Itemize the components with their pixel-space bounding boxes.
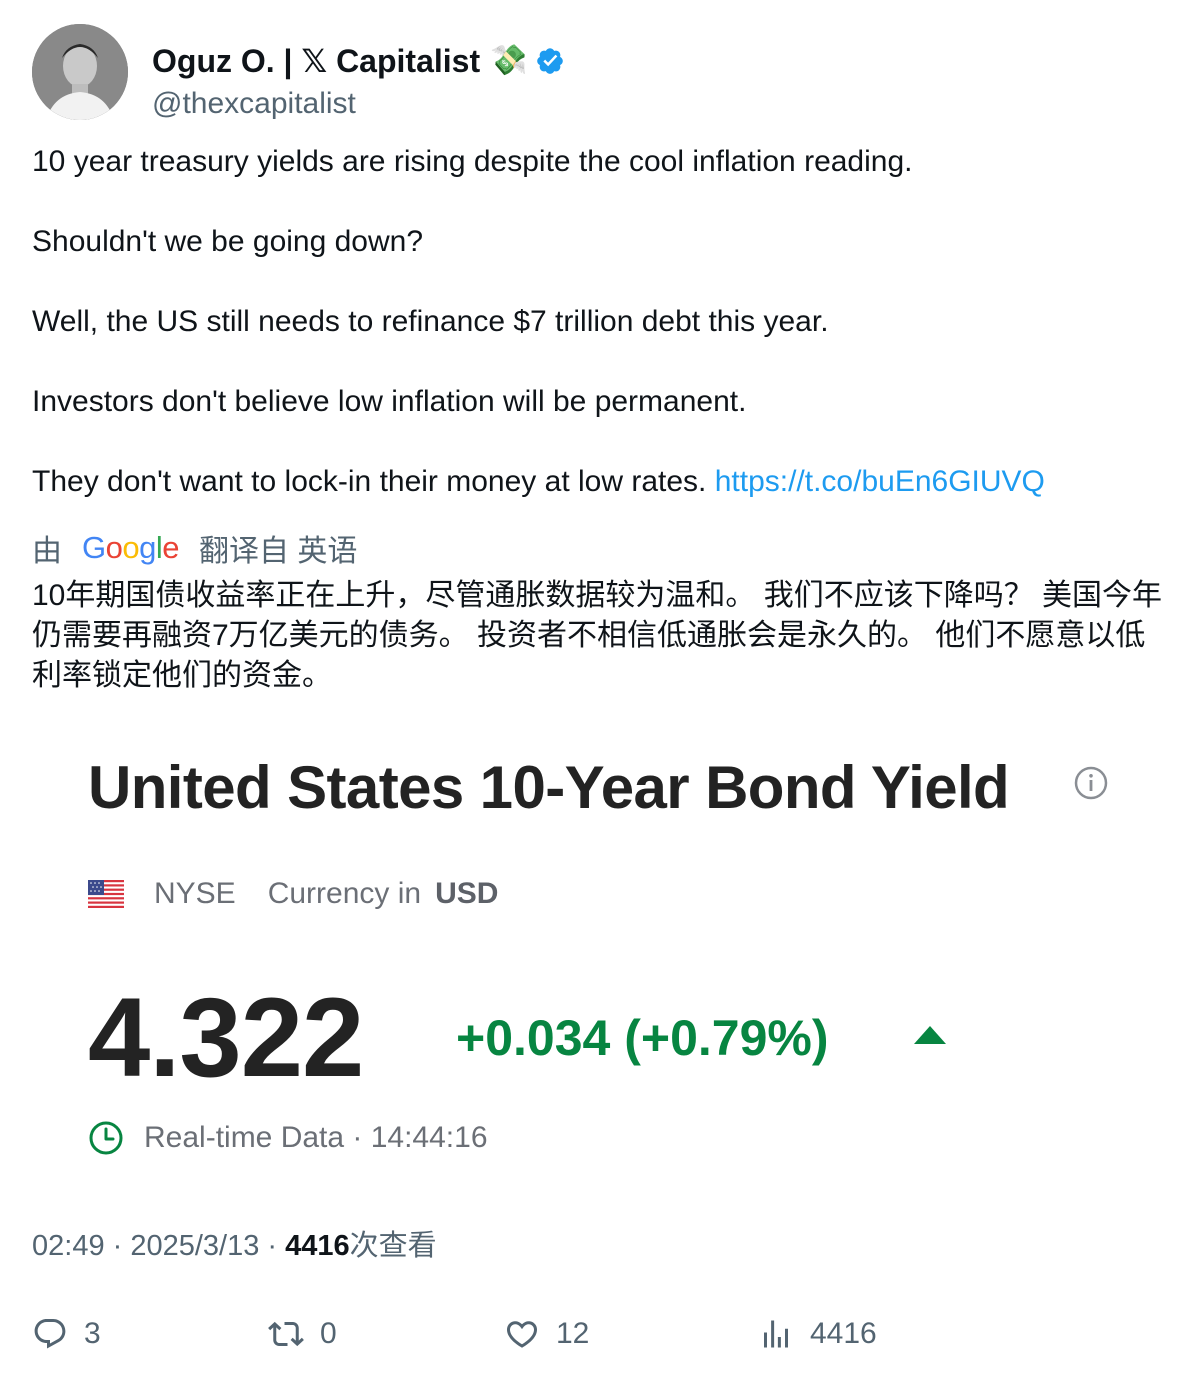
author-display-name[interactable]: Oguz O. | 𝕏 Capitalist [152,42,480,80]
retweet-icon [268,1321,304,1347]
translated-text: 10年期国债收益率正在上升，尽管通胀数据较为温和。 我们不应该下降吗？ 美国今年… [32,579,1163,692]
tweet-paragraph: Shouldn't we be going down? [32,225,424,258]
reply-button[interactable]: 3 [32,1310,101,1358]
verified-badge-icon [537,48,564,74]
like-count: 12 [556,1317,590,1350]
translation-prefix: 由 [32,535,62,568]
market-meta-row: NYSE Currency in USD [88,874,498,914]
analytics-icon [764,1320,788,1348]
tweet-last-sentence: They don't want to lock-in their money a… [32,465,707,498]
author-handle[interactable]: @thexcapitalist [152,86,356,122]
currency-value: USD [435,877,499,910]
avatar-photo [32,24,128,120]
time-date[interactable]: 02:49 · 2025/3/13 · [32,1230,285,1262]
translation-attribution[interactable]: 由 Google 翻译自 英语 [32,526,357,570]
views-count-action: 4416 [810,1317,877,1350]
card-title: United States 10-Year Bond Yield [88,754,1010,821]
tweet-link[interactable]: https://t.co/buEn6GIUVQ [715,465,1045,498]
heart-icon [506,1321,538,1348]
reply-icon [34,1319,66,1349]
up-arrow-icon [914,1026,946,1044]
currency-label: Currency in [267,877,422,910]
yield-price: 4.322 [88,975,364,1100]
views-label: 次查看 [349,1230,437,1262]
google-logo: Google [82,530,180,565]
realtime-label: Real-time Data · 14:44:16 [144,1121,488,1154]
views-count: 4416 [285,1230,350,1262]
action-bar: 3 0 12 4416 [32,1310,1172,1358]
tweet-paragraph: 10 year treasury yields are rising despi… [32,145,913,178]
like-button[interactable]: 12 [504,1310,589,1358]
realtime-row: Real-time Data · 14:44:16 [88,1118,488,1158]
tweet-timestamp: 02:49 · 2025/3/13 · 4416次查看 [32,1226,437,1266]
clock-icon [89,1121,123,1155]
tweet-paragraph: Well, the US still needs to refinance $7… [32,305,829,338]
bond-yield-card-image[interactable]: United States 10-Year Bond Yield NYSE Cu… [0,730,1196,1200]
tweet-paragraph: They don't want to lock-in their money a… [32,462,1172,502]
us-flag-icon [88,880,124,908]
yield-change: +0.034 (+0.79%) [456,1010,829,1066]
reply-count: 3 [84,1317,101,1350]
views-button[interactable]: 4416 [758,1310,877,1358]
tweet-paragraph: Investors don't believe low inflation wi… [32,385,747,418]
avatar[interactable] [32,24,128,120]
retweet-count: 0 [320,1317,337,1350]
money-emoji: 💸 [490,44,528,77]
retweet-button[interactable]: 0 [268,1310,337,1358]
author-name-line[interactable]: Oguz O. | 𝕏 Capitalist 💸 [152,42,565,80]
info-icon [1074,766,1108,800]
translation-suffix: 翻译自 英语 [199,535,358,568]
tweet-body: 10 year treasury yields are rising despi… [32,142,1172,502]
exchange-label: NYSE [154,877,236,910]
